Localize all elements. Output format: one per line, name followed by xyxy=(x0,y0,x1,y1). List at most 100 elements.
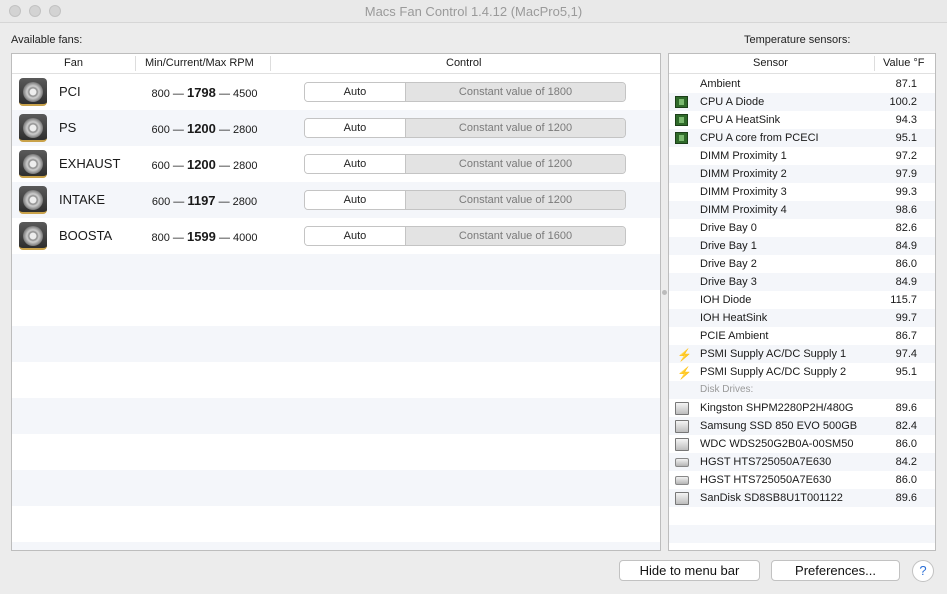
sensor-value: 84.9 xyxy=(895,240,917,252)
fan-max-rpm: 2800 xyxy=(233,124,258,136)
empty-row xyxy=(12,470,660,506)
help-button[interactable]: ? xyxy=(912,560,934,582)
power-supply-icon: ⚡ xyxy=(677,348,692,362)
ssd-drive-icon xyxy=(675,420,689,433)
sensor-value: 82.6 xyxy=(895,222,917,234)
fan-name: BOOSTA xyxy=(59,228,113,243)
sensor-value: 115.7 xyxy=(890,294,917,306)
sensor-row[interactable]: DIMM Proximity 2 97.9 xyxy=(669,165,935,183)
fan-rpm: 800 — 1798 — 4500 xyxy=(142,85,267,100)
sensor-value: 99.7 xyxy=(895,312,917,324)
ssd-drive-icon xyxy=(675,492,689,505)
sensor-name: PCIE Ambient xyxy=(700,330,769,342)
sensor-row[interactable]: IOH HeatSink 99.7 xyxy=(669,309,935,327)
rpm-dash: — xyxy=(218,88,230,100)
sensor-name: IOH HeatSink xyxy=(700,312,768,324)
rpm-dash: — xyxy=(172,88,184,100)
sensor-row[interactable]: DIMM Proximity 4 98.6 xyxy=(669,201,935,219)
disk-row[interactable]: HGST HTS725050A7E630 86.0 xyxy=(669,471,935,489)
sensor-row[interactable]: CPU A Diode 100.2 xyxy=(669,93,935,111)
preferences-button[interactable]: Preferences... xyxy=(771,560,900,581)
sensor-name: Drive Bay 1 xyxy=(700,240,757,252)
fan-auto-button[interactable]: Auto xyxy=(305,119,406,137)
sensor-name: HGST HTS725050A7E630 xyxy=(700,474,832,486)
window-title: Macs Fan Control 1.4.12 (MacPro5,1) xyxy=(364,4,583,19)
sensor-row[interactable]: IOH Diode 115.7 xyxy=(669,291,935,309)
sensor-row[interactable]: DIMM Proximity 1 97.2 xyxy=(669,147,935,165)
fan-current-rpm: 1200 xyxy=(186,121,216,136)
disk-row[interactable]: SanDisk SD8SB8U1T001122 89.6 xyxy=(669,489,935,507)
fans-table: Fan Min/Current/Max RPM Control PCI 800 —… xyxy=(11,53,661,551)
column-header-rpm[interactable]: Min/Current/Max RPM xyxy=(145,57,254,69)
minimize-window-button[interactable] xyxy=(29,5,41,17)
sensor-row[interactable]: Drive Bay 0 82.6 xyxy=(669,219,935,237)
fan-min-rpm: 800 xyxy=(151,88,170,100)
sensor-name: PSMI Supply AC/DC Supply 2 xyxy=(700,366,847,378)
sensor-value: 89.6 xyxy=(895,402,917,414)
sensor-name: PSMI Supply AC/DC Supply 1 xyxy=(700,348,847,360)
sensor-name: DIMM Proximity 2 xyxy=(700,168,787,180)
fan-constant-value-button[interactable]: Constant value of 1200 xyxy=(406,191,625,209)
fan-name: EXHAUST xyxy=(59,156,121,171)
sensor-row[interactable]: Ambient 87.1 xyxy=(669,75,935,93)
disk-row[interactable]: HGST HTS725050A7E630 84.2 xyxy=(669,453,935,471)
rpm-dash: — xyxy=(172,232,184,244)
column-header-value[interactable]: Value °F xyxy=(883,57,925,69)
fan-max-rpm: 4500 xyxy=(233,88,258,100)
fan-row: PS 600 — 1200 — 2800 Auto Constant value of… xyxy=(12,110,660,146)
fan-control-segmented: Auto Constant value of 1200 xyxy=(304,154,626,174)
close-window-button[interactable] xyxy=(9,5,21,17)
disk-row[interactable]: Samsung SSD 850 EVO 500GB 82.4 xyxy=(669,417,935,435)
sensor-row[interactable]: CPU A HeatSink 94.3 xyxy=(669,111,935,129)
cpu-chip-icon xyxy=(675,96,688,108)
sensor-value: 82.4 xyxy=(895,420,917,432)
fan-constant-value-button[interactable]: Constant value of 1200 xyxy=(406,119,625,137)
sensor-name: CPU A Diode xyxy=(700,96,765,108)
sensors-table: Sensor Value °F Ambient 87.1 CPU A Diode 10… xyxy=(668,53,936,551)
sensor-row[interactable]: Drive Bay 1 84.9 xyxy=(669,237,935,255)
fan-current-rpm: 1798 xyxy=(186,85,216,100)
disk-row[interactable]: Kingston SHPM2280P2H/480G 89.6 xyxy=(669,399,935,417)
sensor-row[interactable]: ⚡ PSMI Supply AC/DC Supply 2 95.1 xyxy=(669,363,935,381)
sensor-row[interactable]: Drive Bay 3 84.9 xyxy=(669,273,935,291)
sensor-row[interactable]: CPU A core from PCECI 95.1 xyxy=(669,129,935,147)
sensor-name: IOH Diode xyxy=(700,294,752,306)
split-view-divider[interactable] xyxy=(662,290,667,295)
fan-current-rpm: 1200 xyxy=(186,157,216,172)
fan-auto-button[interactable]: Auto xyxy=(305,191,406,209)
column-header-fan[interactable]: Fan xyxy=(64,57,83,69)
sensor-row[interactable]: PCIE Ambient 86.7 xyxy=(669,327,935,345)
sensor-row[interactable]: DIMM Proximity 3 99.3 xyxy=(669,183,935,201)
fan-constant-value-button[interactable]: Constant value of 1200 xyxy=(406,155,625,173)
zoom-window-button[interactable] xyxy=(49,5,61,17)
fan-auto-button[interactable]: Auto xyxy=(305,227,406,245)
fan-row: PCI 800 — 1798 — 4500 Auto Constant value o… xyxy=(12,74,660,110)
fan-constant-value-button[interactable]: Constant value of 1800 xyxy=(406,83,625,101)
sensor-value: 97.4 xyxy=(895,348,917,360)
sensor-name: CPU A core from PCECI xyxy=(700,132,819,144)
fan-icon xyxy=(19,78,47,106)
fan-constant-value-button[interactable]: Constant value of 1600 xyxy=(406,227,625,245)
sensor-name: WDC WDS250G2B0A-00SM50 xyxy=(700,438,854,450)
sensor-value: 87.1 xyxy=(895,78,917,90)
column-header-sensor[interactable]: Sensor xyxy=(753,57,788,69)
sensor-row[interactable]: ⚡ PSMI Supply AC/DC Supply 1 97.4 xyxy=(669,345,935,363)
fan-icon xyxy=(19,150,47,178)
sensor-name: DIMM Proximity 3 xyxy=(700,186,787,198)
empty-row xyxy=(669,525,935,543)
fan-current-rpm: 1599 xyxy=(186,229,216,244)
column-header-control[interactable]: Control xyxy=(446,57,481,69)
empty-row xyxy=(12,542,660,550)
fan-auto-button[interactable]: Auto xyxy=(305,83,406,101)
fan-current-rpm: 1197 xyxy=(187,193,216,208)
fan-rpm: 600 — 1200 — 2800 xyxy=(142,121,267,136)
empty-row xyxy=(669,507,935,525)
fan-max-rpm: 2800 xyxy=(232,196,258,208)
sensor-row[interactable]: Drive Bay 2 86.0 xyxy=(669,255,935,273)
fan-control-segmented: Auto Constant value of 1200 xyxy=(304,190,626,210)
hide-to-menu-bar-button[interactable]: Hide to menu bar xyxy=(619,560,760,581)
fan-auto-button[interactable]: Auto xyxy=(305,155,406,173)
title-bar: Macs Fan Control 1.4.12 (MacPro5,1) xyxy=(0,0,947,23)
disk-row[interactable]: WDC WDS250G2B0A-00SM50 86.0 xyxy=(669,435,935,453)
sensor-name: CPU A HeatSink xyxy=(700,114,781,126)
